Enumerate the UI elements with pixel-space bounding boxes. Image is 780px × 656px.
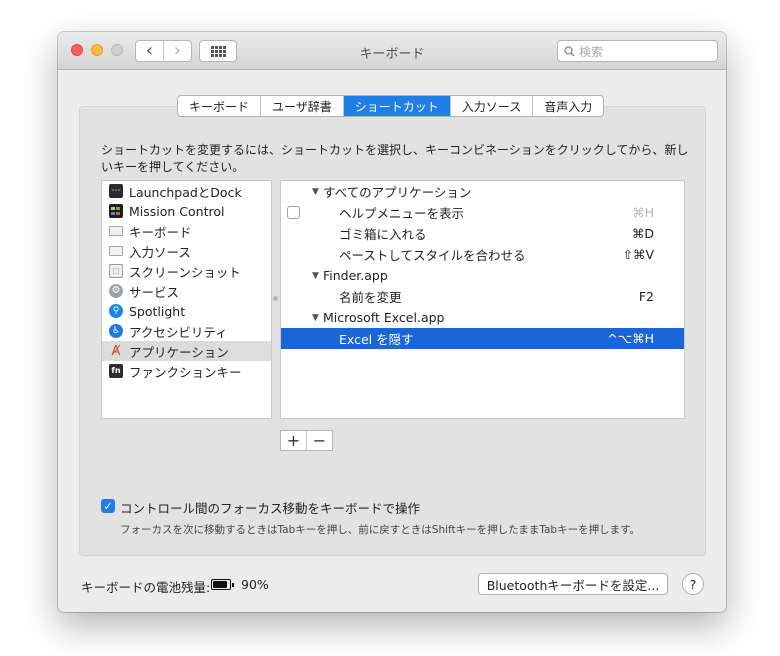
instructions-text: ショートカットを変更するには、ショートカットを選択し、キーコンビネーションをクリ… (101, 143, 689, 174)
category-app-shortcuts[interactable]: Ⱥ アプリケーション (102, 341, 271, 361)
category-function-keys[interactable]: fn ファンクションキー (102, 361, 271, 381)
search-field[interactable]: 検索 (557, 40, 718, 62)
title-bar: ‹ › キーボード 検索 (58, 32, 726, 70)
shortcut-key[interactable]: F2 (639, 289, 654, 304)
disclosure-triangle-icon[interactable]: ▼ (312, 271, 319, 281)
services-gear-icon: ⚙ (109, 284, 123, 298)
group-excel[interactable]: ▼ Microsoft Excel.app (281, 307, 684, 328)
add-shortcut-button[interactable]: + (281, 431, 306, 450)
category-launchpad-dock[interactable]: ⋯ LaunchpadとDock (102, 181, 271, 201)
shortcut-label: ヘルプメニューを表示 (339, 206, 465, 221)
battery-fill (213, 581, 228, 588)
screenshot-icon: ⬚ (109, 264, 123, 278)
shortcut-key[interactable]: ⌘D (632, 226, 654, 241)
category-label: サービス (129, 284, 180, 300)
setup-bluetooth-keyboard-button[interactable]: Bluetoothキーボードを設定... (478, 573, 668, 595)
category-services[interactable]: ⚙ サービス (102, 281, 271, 301)
category-label: Mission Control (129, 203, 225, 219)
tab-shortcuts[interactable]: ショートカット (343, 96, 451, 116)
shortcut-label: ゴミ箱に入れる (339, 227, 427, 242)
search-icon (564, 45, 575, 57)
tab-bar: キーボード ユーザ辞書 ショートカット 入力ソース 音声入力 (177, 95, 605, 117)
shortcut-row-help-menu[interactable]: ヘルプメニューを表示 ⌘H (281, 202, 684, 223)
category-list: ⋯ LaunchpadとDock Mission Control キーボード 入… (101, 180, 272, 419)
remove-shortcut-button[interactable]: − (306, 431, 332, 450)
shortcut-label: Excel を隠す (339, 332, 414, 347)
shortcut-row-trash[interactable]: ゴミ箱に入れる ⌘D (281, 223, 684, 244)
tab-dictation[interactable]: 音声入力 (533, 96, 603, 116)
group-label: Finder.app (323, 268, 388, 283)
keyboard-preferences-window: ‹ › キーボード 検索 キーボード ユーザ辞書 ショートカット 入力ソース 音… (58, 32, 726, 612)
add-remove-control: + − (280, 430, 333, 451)
keyboard-navigation-checkbox[interactable]: ✓ (101, 499, 115, 513)
shortcut-key[interactable]: ⇧⌘V (622, 247, 654, 262)
shortcut-row-rename[interactable]: 名前を変更 F2 (281, 286, 684, 307)
category-screenshots[interactable]: ⬚ スクリーンショット (102, 261, 271, 281)
category-accessibility[interactable]: ♿ アクセシビリティ (102, 321, 271, 341)
shortcut-checkbox[interactable] (287, 206, 300, 219)
disclosure-triangle-icon[interactable]: ▼ (312, 313, 319, 323)
category-input-sources[interactable]: 入力ソース (102, 241, 271, 261)
battery-icon (211, 579, 234, 590)
battery-level-value: 90% (241, 577, 269, 592)
help-button[interactable]: ? (682, 573, 704, 595)
group-label: すべてのアプリケーション (323, 185, 472, 200)
group-finder[interactable]: ▼ Finder.app (281, 265, 684, 286)
accessibility-icon: ♿ (109, 324, 123, 338)
disclosure-triangle-icon[interactable]: ▼ (312, 187, 319, 197)
shortcut-label: ペーストしてスタイルを合わせる (339, 248, 526, 263)
shortcut-key[interactable]: ⌘H (632, 205, 654, 220)
category-keyboard[interactable]: キーボード (102, 221, 271, 241)
keyboard-navigation-description: フォーカスを次に移動するときはTabキーを押し、前に戻すときはShiftキーを押… (120, 524, 641, 536)
split-view-handle[interactable] (273, 296, 278, 301)
category-label: アプリケーション (129, 344, 229, 360)
battery-level-label: キーボードの電池残量: (81, 580, 211, 595)
tab-user-dictionary[interactable]: ユーザ辞書 (261, 96, 344, 116)
group-all-apps[interactable]: ▼ すべてのアプリケーション (281, 181, 684, 202)
category-label: LaunchpadとDock (129, 184, 242, 200)
spotlight-icon: ⚲ (109, 304, 123, 318)
tab-keyboard[interactable]: キーボード (178, 96, 262, 116)
shortcut-row-hide-excel[interactable]: Excel を隠す ^⌥⌘H (281, 328, 684, 349)
keyboard-navigation-label[interactable]: コントロール間のフォーカス移動をキーボードで操作 (120, 498, 420, 517)
category-spotlight[interactable]: ⚲ Spotlight (102, 301, 271, 321)
input-sources-icon (109, 246, 123, 256)
shortcut-key[interactable]: ^⌥⌘H (607, 331, 654, 346)
app-shortcuts-icon: Ⱥ (111, 343, 121, 359)
group-label: Microsoft Excel.app (323, 310, 445, 325)
shortcut-label: 名前を変更 (339, 290, 402, 305)
keyboard-icon (109, 226, 123, 236)
shortcut-list: ▼ すべてのアプリケーション ヘルプメニューを表示 ⌘H ゴミ箱に入れる ⌘D … (280, 180, 685, 419)
mission-control-icon (109, 204, 123, 218)
category-label: キーボード (129, 224, 192, 240)
category-label: スクリーンショット (129, 264, 241, 280)
category-label: Spotlight (129, 303, 186, 319)
tab-input-sources[interactable]: 入力ソース (451, 96, 534, 116)
category-label: アクセシビリティ (129, 324, 228, 340)
shortcut-row-paste-style[interactable]: ペーストしてスタイルを合わせる ⇧⌘V (281, 244, 684, 265)
search-placeholder: 検索 (579, 44, 604, 59)
category-label: 入力ソース (129, 244, 191, 260)
category-label: ファンクションキー (129, 364, 242, 380)
category-mission-control[interactable]: Mission Control (102, 201, 271, 221)
fn-key-icon: fn (109, 364, 123, 378)
launchpad-icon: ⋯ (109, 184, 123, 198)
